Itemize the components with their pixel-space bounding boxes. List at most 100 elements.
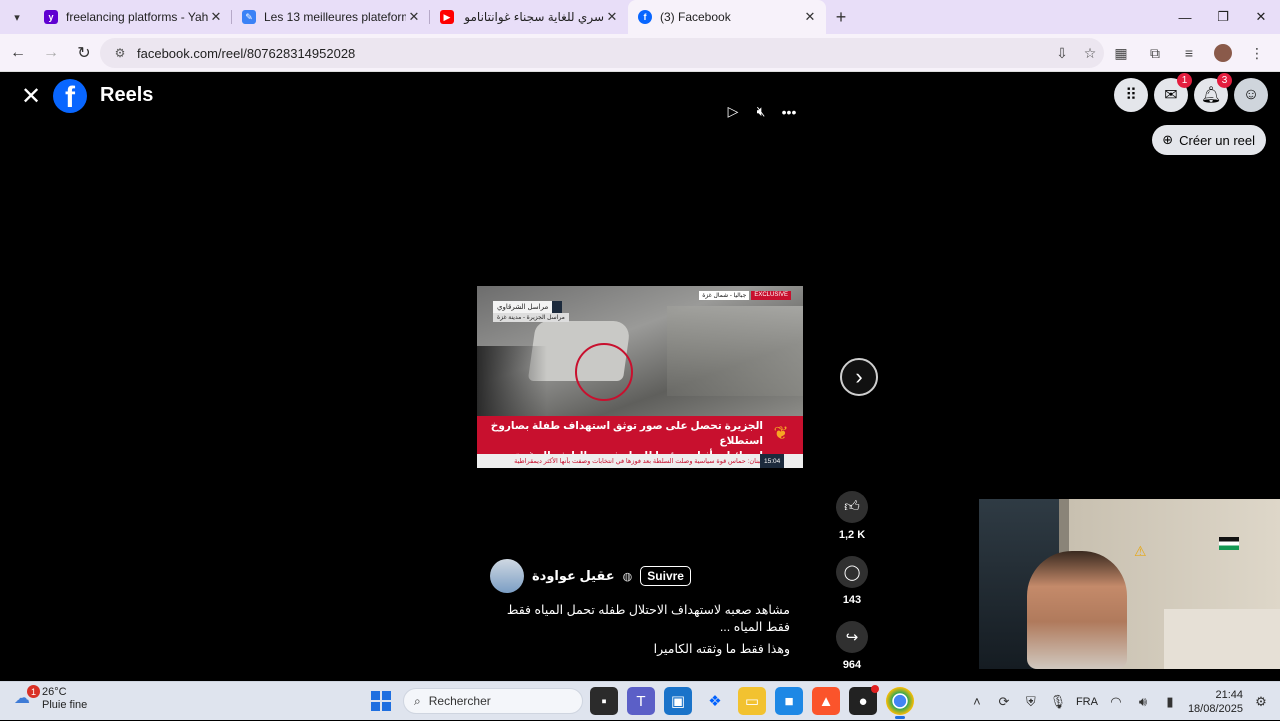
messenger-badge: 1 [1177,73,1192,88]
news-ticker: لبنان: حماس قوة سياسية وصلت السلطة بعد ف… [477,454,803,468]
site-info-icon[interactable]: ⚙ [112,45,128,61]
tab-close-icon[interactable]: ✕ [604,9,620,25]
more-options-icon[interactable]: ••• [780,104,798,120]
address-bar[interactable]: ⚙ facebook.com/reel/807628314952028 ⇩ ☆ [100,38,1104,68]
dropbox-icon[interactable]: ❖ [701,687,729,715]
account-avatar[interactable]: ☺ [1234,78,1268,112]
yahoo-icon: y [44,10,58,24]
media-control-icon[interactable]: ≡ [1172,38,1206,68]
tab-facebook[interactable]: f (3) Facebook ✕ [628,0,826,34]
page-title: Reels [100,84,154,106]
volume-icon[interactable]: 🔊︎ [1134,694,1152,710]
clock[interactable]: 21:44 18/08/2025 [1188,688,1243,716]
wifi-icon[interactable]: ◠ [1107,694,1125,710]
clock-time: 21:44 [1215,688,1243,701]
extensions-icon[interactable]: ⧉ [1138,38,1172,68]
store-icon[interactable]: ▣ [664,687,692,715]
location-label: جباليا - شمال غزة [699,291,750,300]
tab-title: Les 13 meilleures plateformes f [264,10,406,24]
messenger-icon: ✉ [1164,87,1178,104]
tab-youtube[interactable]: ▶ سري للغاية سجناء غوانتانامو - ... ✕ [430,0,628,34]
caption-line3: وهذا فقط ما وثقته الكاميرا [653,642,790,656]
back-button[interactable]: ← [3,38,33,68]
new-tab-button[interactable]: + [826,7,856,28]
mute-icon[interactable]: 🔇︎ [752,103,770,120]
warning-sticker-icon: ⚠ [1134,543,1147,559]
qr-code-icon[interactable]: ▦ [1104,38,1138,68]
weather-temp: 26°C [42,686,67,698]
teams-icon[interactable]: T [627,687,655,715]
close-window-button[interactable]: ✕ [1242,0,1280,34]
restore-button[interactable]: ❐ [1204,0,1242,34]
browser-toolbar: ← → ↻ ⚙ facebook.com/reel/80762831495202… [0,34,1280,72]
menu-grid-button[interactable]: ⠿ [1114,78,1148,112]
tab-search-icon[interactable]: ▾ [0,0,34,34]
security-icon[interactable]: ⛨ [1022,694,1040,710]
reel-caption: مشاهد صعبه لاستهداف الاحتلال طفله تحمل ا… [490,602,790,658]
share-icon[interactable]: ↪ [836,621,868,653]
tab-close-icon[interactable]: ✕ [802,9,818,25]
language-indicator[interactable]: FRA [1076,696,1098,708]
tab-article[interactable]: ✎ Les 13 meilleures plateformes f ✕ [232,0,430,34]
article-icon: ✎ [242,10,256,24]
task-view-icon[interactable]: ▪ [590,687,618,715]
app-dark-icon[interactable]: ● [849,685,879,715]
reporter-sub-tag: مراسل الجزيرة - مدينة غزة [493,313,569,322]
tab-title: (3) Facebook [660,10,731,24]
reel-video[interactable]: مراسل الشرقاوي مراسل الجزيرة - مدينة غزة… [477,286,803,468]
top-right-nav: ⠿ ✉ 1 🔔︎ 3 ☺ [1114,73,1268,112]
messenger-button[interactable]: ✉ 1 [1154,73,1192,112]
notifications-badge: 3 [1217,73,1232,88]
author-avatar[interactable] [490,559,524,593]
comment-action[interactable]: ◯ 143 [830,556,874,606]
window-controls: — ❐ ✕ [1166,0,1280,34]
target-circle [575,343,633,401]
url-text[interactable]: facebook.com/reel/807628314952028 [137,46,1048,61]
exclusive-label: EXCLUSIVE [751,291,791,300]
weather-desc: Pluie fine [42,699,88,711]
ticker-time: 15:04 [760,454,785,468]
sync-icon[interactable]: ⟳ [995,694,1013,710]
battery-icon[interactable]: ▮ [1161,694,1179,710]
thumbs-up-icon[interactable]: 👍︎ [836,491,868,523]
taskbar-search[interactable]: ⌕ Rechercher [403,688,583,714]
chrome-icon[interactable] [886,687,914,719]
menu-dots-icon[interactable]: ⋮ [1240,38,1274,68]
search-placeholder: Rechercher [428,694,491,708]
minimize-button[interactable]: — [1166,0,1204,34]
brave-icon[interactable]: ▲ [812,687,840,715]
reload-button[interactable]: ↻ [69,38,99,68]
follow-button[interactable]: Suivre [640,566,691,586]
author-name[interactable]: عقيل عواودة [532,568,615,584]
windows-logo-icon [371,691,380,700]
create-reel-button[interactable]: ⊕ Créer un reel [1152,125,1266,155]
grid-icon: ⠿ [1125,87,1137,104]
video-shadow [477,346,547,416]
forward-button[interactable]: → [36,38,66,68]
ticker-text: لبنان: حماس قوة سياسية وصلت السلطة بعد ف… [514,458,762,465]
system-tray: ˄ ⟳ ⛨ 🎙︎ FRA ◠ 🔊︎ ▮ 21:44 18/08/2025 ⚙ [968,682,1270,721]
tab-close-icon[interactable]: ✕ [406,9,422,25]
next-reel-button[interactable]: › [840,358,878,396]
tab-close-icon[interactable]: ✕ [208,9,224,25]
notifications-button[interactable]: 🔔︎ 3 [1194,73,1232,112]
tab-yahoo[interactable]: y freelancing platforms - Yahoo R ✕ [34,0,232,34]
app-blue-icon[interactable]: ■ [775,687,803,715]
chevron-up-icon[interactable]: ˄ [968,694,986,709]
microphone-icon[interactable]: 🎙︎ [1049,694,1067,710]
share-action[interactable]: ↪ 964 [830,621,874,671]
comment-icon[interactable]: ◯ [836,556,868,588]
install-app-icon[interactable]: ⇩ [1048,45,1076,62]
profile-avatar[interactable] [1206,38,1240,68]
file-explorer-icon[interactable]: ▭ [738,687,766,715]
like-action[interactable]: 👍︎ 1,2 K [830,491,874,541]
bookmark-star-icon[interactable]: ☆ [1076,45,1104,62]
weather-widget[interactable]: ☁ 1 26°C Pluie fine [14,685,88,712]
facebook-logo[interactable]: f [53,79,87,113]
camera-plus-icon: ⊕ [1162,132,1174,147]
close-reels-button[interactable]: ✕ [18,83,44,110]
notification-center-icon[interactable]: ⚙ [1252,694,1270,710]
play-icon[interactable]: ▷ [724,103,742,120]
comment-count: 143 [842,594,862,606]
start-button[interactable] [371,691,391,711]
